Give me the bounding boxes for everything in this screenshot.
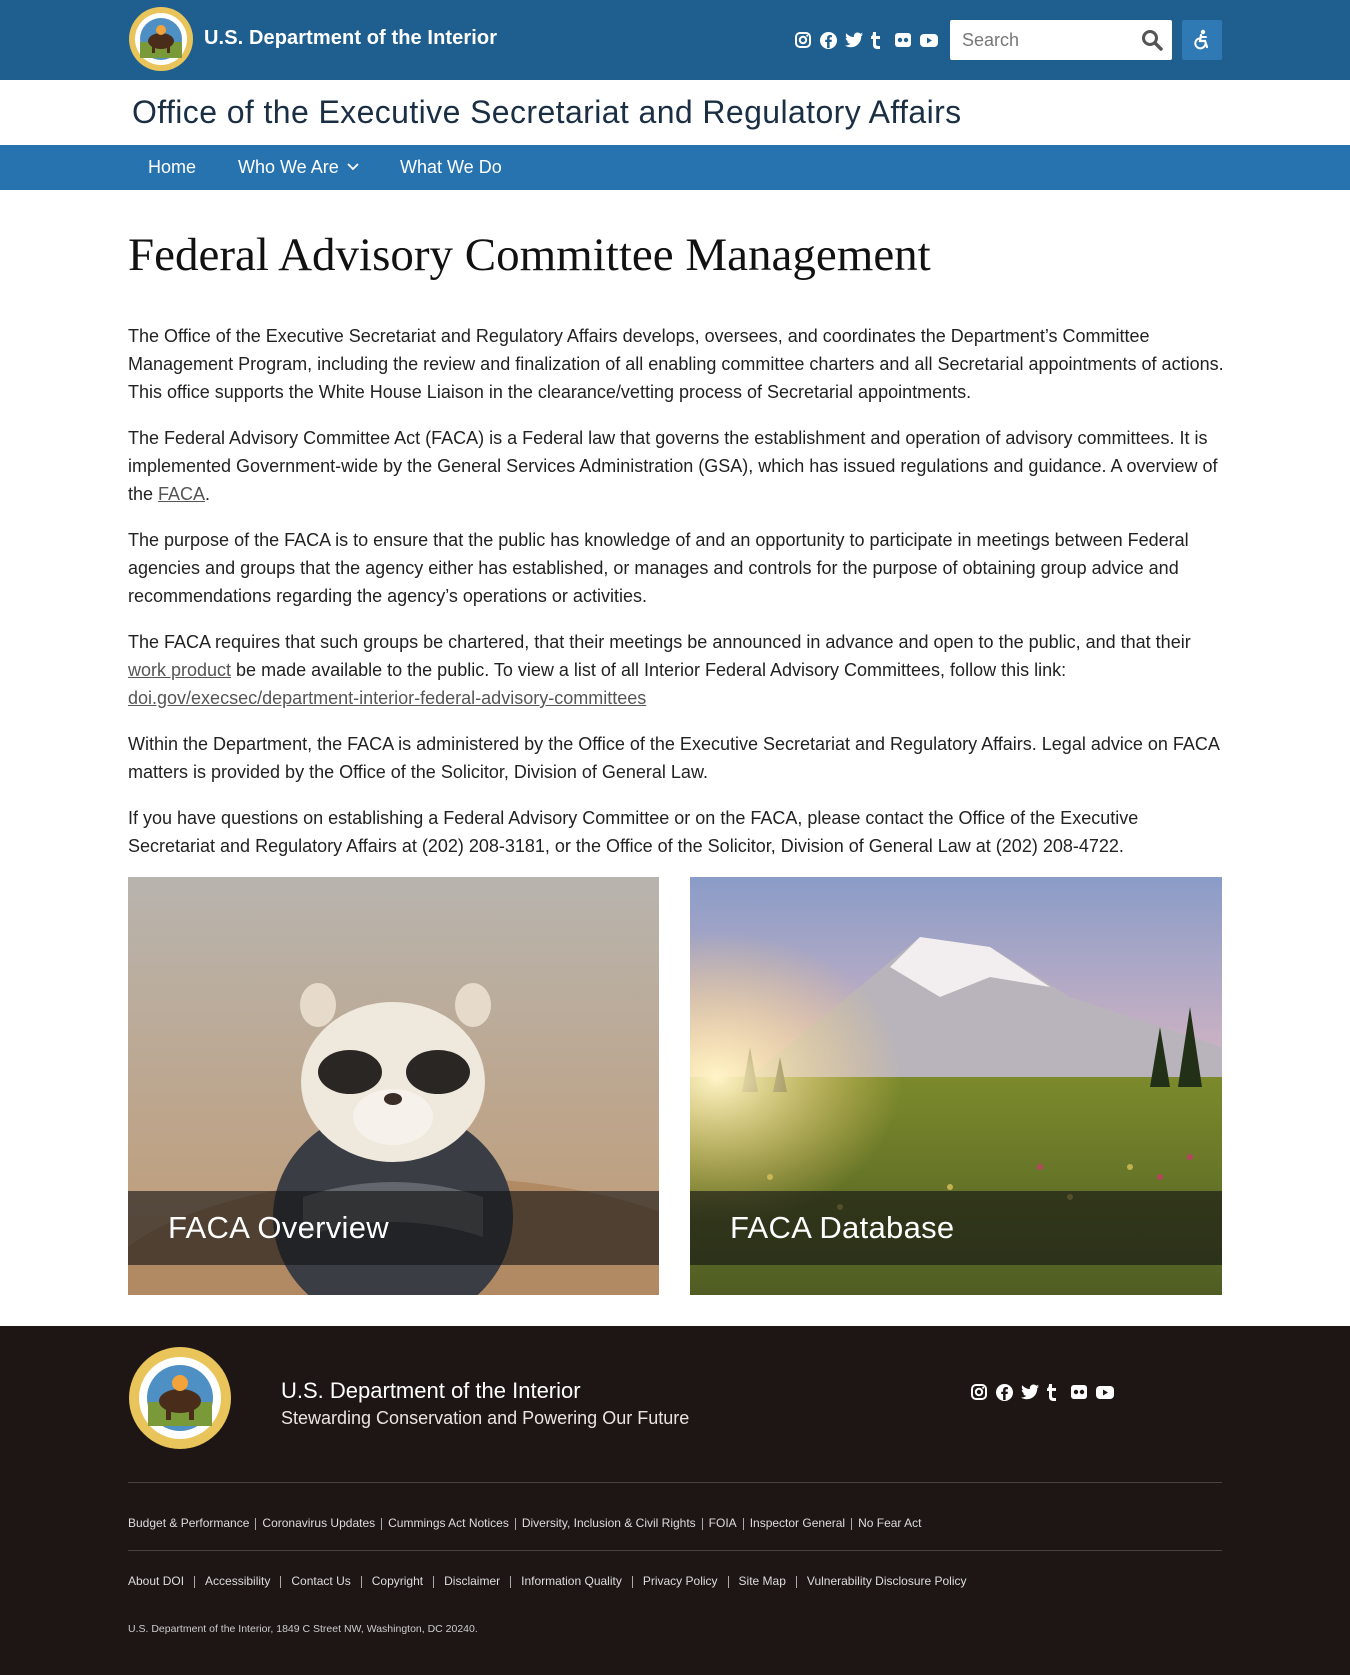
footer-divider xyxy=(128,1550,1222,1551)
footer-link-diversity[interactable]: Diversity, Inclusion & Civil Rights xyxy=(522,1516,696,1530)
separator xyxy=(360,1576,362,1588)
nav-item-what-we-do[interactable]: What We Do xyxy=(400,157,502,178)
paragraph-purpose: The purpose of the FACA is to ensure tha… xyxy=(128,530,1189,606)
separator xyxy=(727,1576,729,1588)
footer-link-about[interactable]: About DOI xyxy=(128,1574,184,1588)
youtube-icon[interactable] xyxy=(919,31,938,50)
footer-link-vulnerability[interactable]: Vulnerability Disclosure Policy xyxy=(807,1574,967,1588)
work-product-link[interactable]: work product xyxy=(128,660,231,680)
separator xyxy=(742,1518,744,1530)
separator xyxy=(280,1576,282,1588)
accessibility-icon xyxy=(1194,29,1209,50)
search-box xyxy=(950,20,1172,60)
footer-social-links xyxy=(970,1383,1114,1402)
footer-org-name: U.S. Department of the Interior xyxy=(281,1378,581,1403)
office-banner: Office of the Executive Secretariat and … xyxy=(0,80,1350,145)
social-links xyxy=(794,28,938,52)
separator xyxy=(194,1576,196,1588)
separator xyxy=(701,1518,703,1530)
doi-seal-logo[interactable] xyxy=(128,6,194,72)
doi-seal-logo[interactable] xyxy=(128,1346,232,1450)
office-title[interactable]: Office of the Executive Secretariat and … xyxy=(132,94,962,131)
separator xyxy=(510,1576,512,1588)
tumblr-icon[interactable] xyxy=(869,31,888,50)
search-icon[interactable] xyxy=(1140,28,1164,52)
search-input[interactable] xyxy=(962,28,1132,52)
paragraph-faca-law: The Federal Advisory Committee Act (FACA… xyxy=(128,424,1226,508)
nav-item-who-we-are-label: Who We Are xyxy=(238,157,339,177)
paragraph-contact: If you have questions on establishing a … xyxy=(128,808,1139,856)
card-title: FACA Overview xyxy=(168,1210,389,1245)
paragraph-faca-law-end: . xyxy=(205,484,211,504)
footer-link-privacy[interactable]: Privacy Policy xyxy=(643,1574,718,1588)
paragraph-intro: The Office of the Executive Secretariat … xyxy=(128,326,1224,402)
footer-link-inspector-general[interactable]: Inspector General xyxy=(750,1516,845,1530)
paragraph-requirements-mid: be made available to the public. To view… xyxy=(231,660,1067,680)
separator xyxy=(851,1518,853,1530)
footer-link-foia[interactable]: FOIA xyxy=(709,1516,737,1530)
nav-item-who-we-are[interactable]: Who We Are xyxy=(238,157,359,178)
faca-link[interactable]: FACA xyxy=(158,484,205,504)
page-title: Federal Advisory Committee Management xyxy=(128,229,931,281)
twitter-icon[interactable] xyxy=(1020,1383,1039,1402)
footer-link-cummings-act[interactable]: Cummings Act Notices xyxy=(388,1516,509,1530)
tumblr-icon[interactable] xyxy=(1045,1383,1064,1402)
footer-tagline: Stewarding Conservation and Powering Our… xyxy=(281,1408,690,1428)
card-caption: FACA Database xyxy=(690,1191,1222,1265)
youtube-icon[interactable] xyxy=(1095,1383,1114,1402)
faca-overview-card[interactable]: FACA Overview xyxy=(128,877,659,1295)
site-header: U.S. Department of the Interior xyxy=(0,0,1350,80)
paragraph-administration: Within the Department, the FACA is admin… xyxy=(128,734,1219,782)
footer-link-disclaimer[interactable]: Disclaimer xyxy=(444,1574,500,1588)
main-nav: Home Who We Are What We Do xyxy=(0,145,1350,190)
footer-link-copyright[interactable]: Copyright xyxy=(372,1574,423,1588)
footer-links-secondary: About DOI Accessibility Contact Us Copyr… xyxy=(128,1574,967,1588)
card-title: FACA Database xyxy=(730,1210,955,1245)
nav-item-home[interactable]: Home xyxy=(148,157,196,178)
separator xyxy=(433,1576,435,1588)
paragraph-requirements: The FACA requires that such groups be ch… xyxy=(128,628,1226,712)
footer-link-budget[interactable]: Budget & Performance xyxy=(128,1516,249,1530)
separator xyxy=(795,1576,797,1588)
site-footer: U.S. Department of the Interior Stewardi… xyxy=(0,1326,1350,1675)
footer-link-site-map[interactable]: Site Map xyxy=(739,1574,786,1588)
separator xyxy=(381,1518,383,1530)
footer-links-primary: Budget & Performance Coronavirus Updates… xyxy=(128,1516,921,1530)
twitter-icon[interactable] xyxy=(844,31,863,50)
instagram-icon[interactable] xyxy=(970,1383,989,1402)
separator xyxy=(631,1576,633,1588)
paragraph-faca-law-text: The Federal Advisory Committee Act (FACA… xyxy=(128,428,1218,504)
paragraph-requirements-text: The FACA requires that such groups be ch… xyxy=(128,632,1191,652)
separator xyxy=(255,1518,257,1530)
card-caption: FACA Overview xyxy=(128,1191,659,1265)
footer-divider xyxy=(128,1482,1222,1483)
footer-link-contact[interactable]: Contact Us xyxy=(291,1574,350,1588)
accessibility-button[interactable] xyxy=(1182,20,1222,60)
facebook-icon[interactable] xyxy=(995,1383,1014,1402)
flickr-icon[interactable] xyxy=(1070,1383,1089,1402)
facebook-icon[interactable] xyxy=(819,31,838,50)
footer-link-information-quality[interactable]: Information Quality xyxy=(521,1574,622,1588)
footer-address: U.S. Department of the Interior, 1849 C … xyxy=(128,1623,478,1635)
main-content: The Office of the Executive Secretariat … xyxy=(128,322,1226,878)
footer-link-coronavirus[interactable]: Coronavirus Updates xyxy=(262,1516,375,1530)
chevron-down-icon xyxy=(347,163,359,171)
faca-database-card[interactable]: FACA Database xyxy=(690,877,1222,1295)
footer-link-accessibility[interactable]: Accessibility xyxy=(205,1574,270,1588)
separator xyxy=(514,1518,516,1530)
instagram-icon[interactable] xyxy=(794,31,813,50)
footer-link-no-fear-act[interactable]: No Fear Act xyxy=(858,1516,921,1530)
flickr-icon[interactable] xyxy=(894,31,913,50)
committees-list-link[interactable]: doi.gov/execsec/department-interior-fede… xyxy=(128,688,646,708)
site-brand[interactable]: U.S. Department of the Interior xyxy=(204,27,497,50)
